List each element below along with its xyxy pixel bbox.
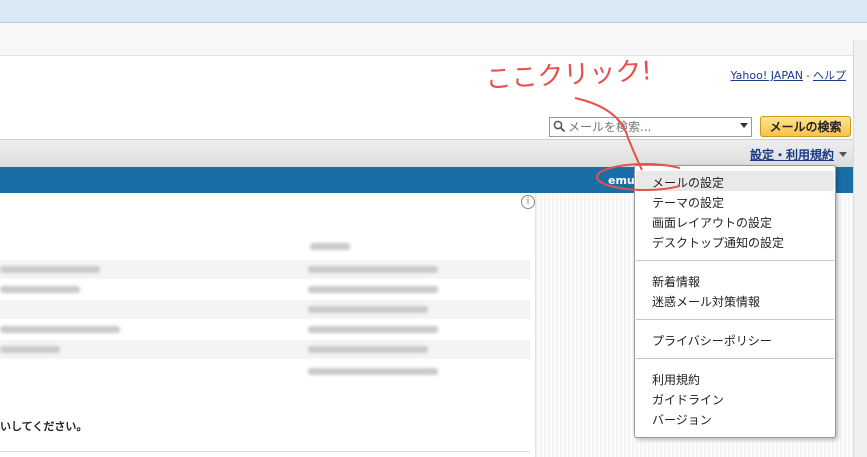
yahoo-japan-link[interactable]: Yahoo! JAPAN — [730, 69, 803, 82]
browser-chrome-strip — [0, 0, 867, 23]
notice-text: いしてください。 — [0, 420, 88, 433]
settings-dropdown-menu: メールの設定 テーマの設定 画面レイアウトの設定 デスクトップ通知の設定 新着情… — [634, 165, 836, 438]
mail-search-button[interactable]: メールの検索 — [760, 116, 851, 137]
menu-item-terms[interactable]: 利用規約 — [652, 371, 700, 388]
menu-item-spam-info[interactable]: 迷惑メール対策情報 — [652, 293, 760, 310]
table-row[interactable] — [0, 280, 530, 299]
menu-divider — [636, 358, 834, 359]
magnifier-icon — [553, 120, 566, 133]
divider — [0, 451, 530, 452]
help-link[interactable]: ヘルプ — [813, 69, 846, 82]
menu-item-version[interactable]: バージョン — [652, 411, 712, 428]
settings-bar — [0, 139, 853, 167]
table-row[interactable] — [0, 320, 530, 339]
menu-item-privacy-policy[interactable]: プライバシーポリシー — [652, 332, 772, 349]
toolbar-strip — [0, 23, 867, 56]
search-input[interactable] — [568, 119, 728, 134]
account-name: emu — [608, 174, 635, 187]
top-links: Yahoo! JAPAN - ヘルプ — [730, 67, 846, 83]
menu-item-layout-settings[interactable]: 画面レイアウトの設定 — [652, 214, 772, 231]
menu-divider — [636, 319, 834, 320]
menu-item-whats-new[interactable]: 新着情報 — [652, 273, 700, 290]
table-row[interactable] — [0, 300, 530, 319]
menu-item-theme-settings[interactable]: テーマの設定 — [652, 194, 724, 211]
table-row[interactable] — [0, 340, 530, 359]
chevron-down-icon[interactable] — [740, 123, 748, 128]
blurred-mail-list — [0, 232, 530, 384]
page-scrollbar[interactable] — [853, 40, 867, 457]
info-icon[interactable]: i — [521, 195, 535, 209]
annotation-text: ここクリック! — [485, 56, 653, 95]
menu-item-desktop-notification[interactable]: デスクトップ通知の設定 — [652, 234, 784, 251]
table-row[interactable] — [0, 260, 530, 279]
table-row[interactable] — [0, 362, 530, 381]
list-header — [0, 237, 530, 256]
menu-item-mail-settings[interactable]: メールの設定 — [652, 174, 724, 191]
chevron-down-icon[interactable] — [839, 152, 847, 157]
settings-terms-link[interactable]: 設定・利用規約 — [750, 146, 834, 163]
mail-search-box[interactable] — [549, 117, 752, 137]
menu-divider — [636, 260, 834, 261]
menu-item-guidelines[interactable]: ガイドライン — [652, 391, 724, 408]
link-separator: - — [806, 69, 810, 82]
